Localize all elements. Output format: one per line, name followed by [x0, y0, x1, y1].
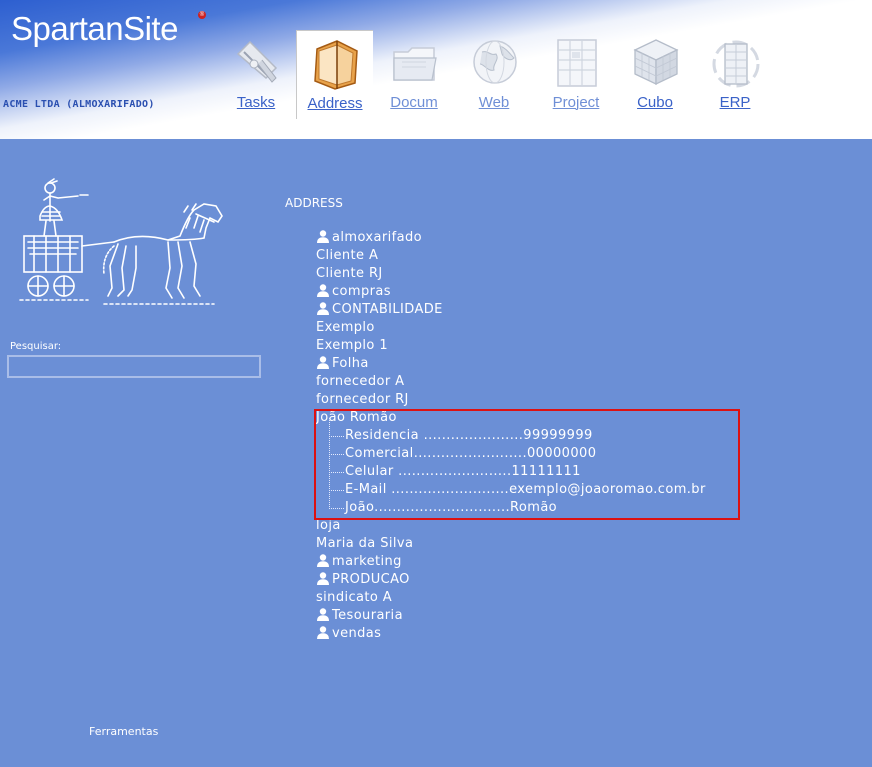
search-input[interactable] [7, 355, 261, 378]
tree-branch-line [329, 418, 344, 437]
cube-icon [633, 39, 679, 86]
contact-item[interactable]: Exemplo 1 [316, 337, 706, 355]
address-tree: almoxarifado Cliente A Cliente RJ compras CO… [316, 229, 706, 643]
contact-name: Cliente RJ [316, 266, 383, 281]
contact-name: Exemplo 1 [316, 338, 388, 353]
contact-item[interactable]: fornecedor A [316, 373, 706, 391]
user-group-icon [316, 625, 330, 645]
contact-name: almoxarifado [332, 230, 422, 245]
nav-tab-erp[interactable]: ERP [697, 30, 773, 118]
contact-group-item[interactable]: CONTABILIDADE [316, 301, 706, 319]
contact-detail-text: Comercial.........................000000… [345, 446, 597, 461]
folder-icon [393, 47, 437, 81]
nav-tab-project[interactable]: Project [538, 30, 614, 118]
contact-detail-row[interactable]: Celular .........................1111111… [316, 454, 706, 481]
page-title: ADDRESS [285, 196, 343, 210]
erp-building-icon [712, 40, 760, 88]
contact-name: Tesouraria [332, 608, 403, 623]
contact-name: Folha [332, 356, 369, 371]
contact-group-item[interactable]: compras [316, 283, 706, 301]
contact-detail-row[interactable]: Residencia ......................9999999… [316, 418, 706, 445]
user-group-icon [316, 229, 330, 249]
tree-branch-line [329, 490, 344, 509]
contact-name: fornecedor A [316, 374, 405, 389]
contact-group-item[interactable]: almoxarifado [316, 229, 706, 247]
nav-tab-cubo[interactable]: Cubo [617, 30, 693, 118]
contact-group-item[interactable]: PRODUCAO [316, 571, 706, 589]
project-grid-icon [557, 39, 597, 87]
tools-link[interactable]: Ferramentas [89, 725, 158, 738]
contact-item[interactable]: loja [316, 517, 706, 535]
user-group-icon [316, 301, 330, 321]
user-group-icon [316, 607, 330, 627]
contact-item[interactable]: Cliente RJ [316, 265, 706, 283]
contact-name: marketing [332, 554, 402, 569]
company-name: ACME LTDA (ALMOXARIFADO) [3, 99, 155, 110]
registered-mark: ® [198, 11, 206, 19]
nav-label-web: Web [478, 94, 510, 111]
contact-detail-row[interactable]: E-Mail ..........................exemplo… [316, 472, 706, 499]
spartan-chariot-illustration [19, 178, 223, 305]
contact-name: Exemplo [316, 320, 375, 335]
address-book-icon [314, 40, 358, 90]
user-group-icon [316, 553, 330, 573]
contact-group-item[interactable]: vendas [316, 625, 706, 643]
app-logo[interactable]: SpartanSite [11, 10, 178, 48]
user-group-icon [316, 571, 330, 591]
nav-label-cubo: Cubo [637, 94, 673, 111]
contact-group-item[interactable]: marketing [316, 553, 706, 571]
tree-branch-line [329, 454, 344, 473]
user-group-icon [316, 283, 330, 303]
search-label: Pesquisar: [10, 341, 62, 352]
globe-icon [473, 40, 517, 84]
contact-detail-text: E-Mail ..........................exemplo… [345, 482, 706, 497]
contact-detail-text: Residencia ......................9999999… [345, 428, 593, 443]
contact-item[interactable]: Maria da Silva [316, 535, 706, 553]
contact-item[interactable]: Exemplo [316, 319, 706, 337]
nav-label-docum: Docum [390, 94, 438, 111]
contact-name: vendas [332, 626, 382, 641]
tree-branch-line [329, 436, 344, 455]
contact-detail-text: João..............................Romão [345, 500, 558, 515]
contact-name: loja [316, 518, 341, 533]
contact-item[interactable]: sindicato A [316, 589, 706, 607]
nav-label-tasks: Tasks [236, 94, 276, 111]
nav-label-project: Project [552, 94, 600, 111]
nav-label-erp: ERP [719, 94, 751, 111]
contact-name: compras [332, 284, 391, 299]
header-bar: SpartanSite ® ACME LTDA (ALMOXARIFADO) T… [0, 0, 872, 139]
contact-item[interactable]: Cliente A [316, 247, 706, 265]
contact-group-item[interactable]: Tesouraria [316, 607, 706, 625]
nav-label-address: Address [307, 95, 363, 112]
nav-tab-address[interactable]: Address [296, 30, 373, 119]
contact-name: fornecedor RJ [316, 392, 409, 407]
nav-tab-tasks[interactable]: Tasks [218, 30, 294, 118]
contact-name: sindicato A [316, 590, 393, 605]
user-group-icon [316, 355, 330, 375]
nav-tab-docum[interactable]: Docum [376, 30, 452, 118]
contact-name: PRODUCAO [332, 572, 410, 587]
tree-branch-line [329, 472, 344, 491]
contact-group-item[interactable]: Folha [316, 355, 706, 373]
contact-name: Maria da Silva [316, 536, 414, 551]
contact-detail-row[interactable]: João..............................Romão [316, 490, 706, 517]
contact-detail-text: Celular .........................1111111… [345, 464, 581, 479]
contact-name: CONTABILIDADE [332, 302, 443, 317]
contact-item[interactable]: João Romão [316, 409, 706, 427]
contact-name: Cliente A [316, 248, 379, 263]
contact-item[interactable]: fornecedor RJ [316, 391, 706, 409]
tasks-icon [236, 40, 278, 83]
contact-detail-row[interactable]: Comercial.........................000000… [316, 436, 706, 463]
nav-tab-web[interactable]: Web [456, 30, 532, 118]
